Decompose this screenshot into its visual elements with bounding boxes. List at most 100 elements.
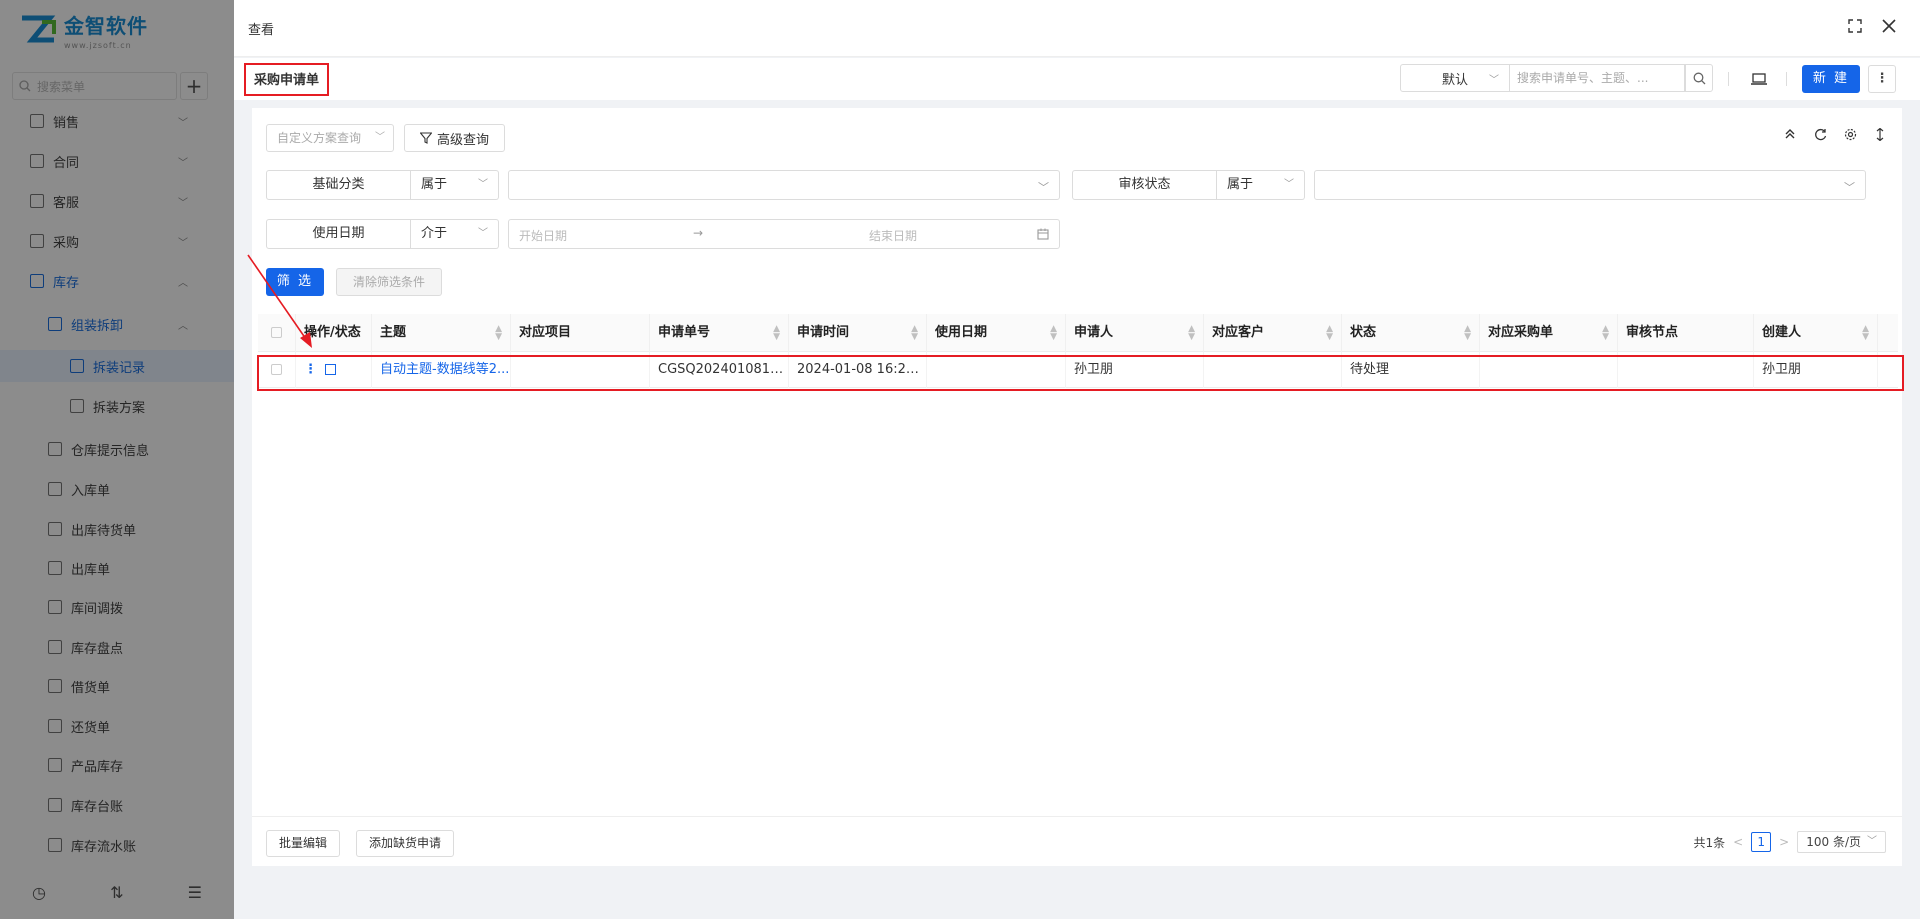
- col-header-po[interactable]: 对应采购单 ▲ ▼: [1480, 314, 1618, 352]
- advanced-query-label: 高级查询: [436, 132, 489, 148]
- column-label: 申请单号: [658, 325, 711, 340]
- col-header-customer[interactable]: 对应客户 ▲ ▼: [1204, 314, 1342, 352]
- filter-value-category[interactable]: ﹀: [508, 170, 1060, 200]
- view-drawer: 查看 采购申请单 默认 ﹀ 搜索申请单号、主题、... 新 建 ⋮ 自定义方案查…: [234, 0, 1920, 919]
- cell-use-date: [927, 352, 1066, 388]
- col-header-status[interactable]: 状态 ▲ ▼: [1342, 314, 1480, 352]
- scheme-placeholder: 自定义方案查询: [277, 131, 362, 145]
- sort-icon[interactable]: ▲ ▼: [911, 314, 918, 352]
- view-select[interactable]: 默认 ﹀: [1400, 64, 1510, 92]
- tab-purchase-request[interactable]: 采购申请单: [244, 63, 330, 96]
- cell-creator: 孙卫朋: [1754, 352, 1878, 388]
- sort-icon[interactable]: ▲ ▼: [1602, 314, 1609, 352]
- toolbar: 采购申请单 默认 ﹀ 搜索申请单号、主题、... 新 建 ⋮: [234, 58, 1920, 100]
- custom-scheme-select[interactable]: 自定义方案查询 ﹀: [266, 124, 394, 152]
- fullscreen-icon[interactable]: [1848, 18, 1862, 37]
- row-more-icon[interactable]: ⋮: [304, 362, 317, 377]
- view-select-value: 默认: [1441, 72, 1468, 88]
- pagination: 共1条 < 1 > 100 条/页 ﹀: [1693, 831, 1886, 853]
- sort-icon[interactable]: ▲ ▼: [1862, 314, 1869, 352]
- table-header: 操作/状态 主题 ▲ ▼ 对应项目 申请单号 ▲ ▼ 申请时间 ▲ ▼ 使用日期 ▲ ▼ 申请人…: [258, 314, 1898, 352]
- add-shortage-request-button[interactable]: 添加缺货申请: [356, 830, 455, 857]
- cell-node: [1618, 352, 1754, 388]
- collapse-up-icon[interactable]: [1782, 126, 1798, 142]
- page-size-value: 100 条/页: [1806, 835, 1861, 849]
- operator-value: 属于: [421, 177, 448, 192]
- panel-tools: [1782, 126, 1888, 142]
- date-range-picker[interactable]: 开始日期 → 结束日期: [508, 219, 1060, 249]
- column-label: 创建人: [1762, 325, 1802, 340]
- filter-label-review-status: 审核状态: [1072, 170, 1217, 200]
- row-checkbox[interactable]: [271, 364, 282, 375]
- operator-value: 属于: [1227, 177, 1254, 192]
- filter-icon: [419, 132, 432, 144]
- chevron-down-icon: ﹀: [478, 228, 488, 239]
- column-label: 审核节点: [1626, 325, 1679, 340]
- view-detail-icon[interactable]: [325, 364, 337, 375]
- new-button[interactable]: 新 建: [1802, 65, 1860, 93]
- annotation-arrow: [247, 254, 312, 348]
- sort-icon[interactable]: ▲ ▼: [495, 314, 502, 352]
- sort-icon[interactable]: ▲ ▼: [773, 314, 780, 352]
- cell-po: [1480, 352, 1618, 388]
- search-button[interactable]: [1685, 64, 1713, 92]
- column-label: 主题: [380, 325, 407, 340]
- cell-number: CGSQ2024010810...: [650, 352, 789, 388]
- sort-icon[interactable]: ▲ ▼: [1188, 314, 1195, 352]
- chevron-down-icon: ﹀: [478, 179, 488, 190]
- chevron-down-icon: ﹀: [1489, 74, 1499, 86]
- search-input[interactable]: 搜索申请单号、主题、...: [1509, 64, 1685, 92]
- settings-icon[interactable]: [1842, 126, 1858, 142]
- column-label: 对应项目: [519, 325, 572, 340]
- col-header-time[interactable]: 申请时间 ▲ ▼: [789, 314, 927, 352]
- filter-label-use-date: 使用日期: [266, 219, 411, 249]
- col-header-applicant[interactable]: 申请人 ▲ ▼: [1066, 314, 1204, 352]
- start-date-input[interactable]: 开始日期: [519, 227, 567, 244]
- print-icon: [1751, 73, 1767, 85]
- more-options-icon[interactable]: ⋮: [1868, 65, 1896, 93]
- col-header-creator[interactable]: 创建人 ▲ ▼: [1754, 314, 1878, 352]
- calendar-icon[interactable]: [1037, 228, 1049, 243]
- cell-status: 待处理: [1342, 352, 1480, 388]
- table-row[interactable]: ⋮ 自动主题-数据线等2... CGSQ2024010810... 2024-0…: [258, 352, 1898, 388]
- row-height-icon[interactable]: [1872, 126, 1888, 142]
- filter-operator-review-status[interactable]: 属于 ﹀: [1217, 170, 1305, 200]
- col-header-use-date[interactable]: 使用日期 ▲ ▼: [927, 314, 1066, 352]
- modal-overlay[interactable]: [0, 0, 234, 919]
- data-table: 操作/状态 主题 ▲ ▼ 对应项目 申请单号 ▲ ▼ 申请时间 ▲ ▼ 使用日期 ▲ ▼ 申请人…: [258, 314, 1898, 388]
- clear-filters-button[interactable]: 清除筛选条件: [336, 268, 442, 296]
- drawer-title: 查看: [248, 22, 275, 38]
- batch-edit-button[interactable]: 批量编辑: [266, 830, 341, 857]
- chevron-down-icon: ﹀: [1284, 179, 1294, 190]
- column-label: 使用日期: [935, 325, 988, 340]
- filter-value-review-status[interactable]: ﹀: [1314, 170, 1866, 200]
- chevron-down-icon: ﹀: [1038, 181, 1049, 194]
- col-header-subject[interactable]: 主题 ▲ ▼: [372, 314, 511, 352]
- cell-customer: [1204, 352, 1342, 388]
- print-button[interactable]: [1750, 70, 1768, 88]
- page-size-select[interactable]: 100 条/页 ﹀: [1797, 831, 1886, 853]
- refresh-icon[interactable]: [1812, 126, 1828, 142]
- sort-icon[interactable]: ▲ ▼: [1464, 314, 1471, 352]
- page-number[interactable]: 1: [1751, 832, 1772, 852]
- next-page-icon[interactable]: >: [1779, 835, 1789, 849]
- filter-operator-use-date[interactable]: 介于 ﹀: [411, 219, 499, 249]
- filter-operator-category[interactable]: 属于 ﹀: [411, 170, 499, 200]
- search-icon: [1693, 72, 1705, 84]
- chevron-down-icon: ﹀: [1844, 181, 1855, 194]
- filter-row-2: 使用日期 介于 ﹀ 开始日期 → 结束日期: [266, 219, 1060, 249]
- chevron-down-icon: ﹀: [1867, 836, 1877, 847]
- prev-page-icon[interactable]: <: [1733, 835, 1743, 849]
- advanced-query-button[interactable]: 高级查询: [404, 124, 505, 152]
- column-label: 申请时间: [797, 325, 850, 340]
- column-label: 对应采购单: [1488, 325, 1554, 340]
- cell-project: [511, 352, 650, 388]
- chevron-down-icon: ﹀: [375, 132, 385, 143]
- sort-icon[interactable]: ▲ ▼: [1050, 314, 1057, 352]
- close-icon[interactable]: [1882, 18, 1896, 37]
- cell-subject[interactable]: 自动主题-数据线等2...: [372, 352, 511, 388]
- row-actions-cell: ⋮: [296, 352, 372, 388]
- col-header-number[interactable]: 申请单号 ▲ ▼: [650, 314, 789, 352]
- sort-icon[interactable]: ▲ ▼: [1326, 314, 1333, 352]
- end-date-input[interactable]: 结束日期: [869, 227, 917, 244]
